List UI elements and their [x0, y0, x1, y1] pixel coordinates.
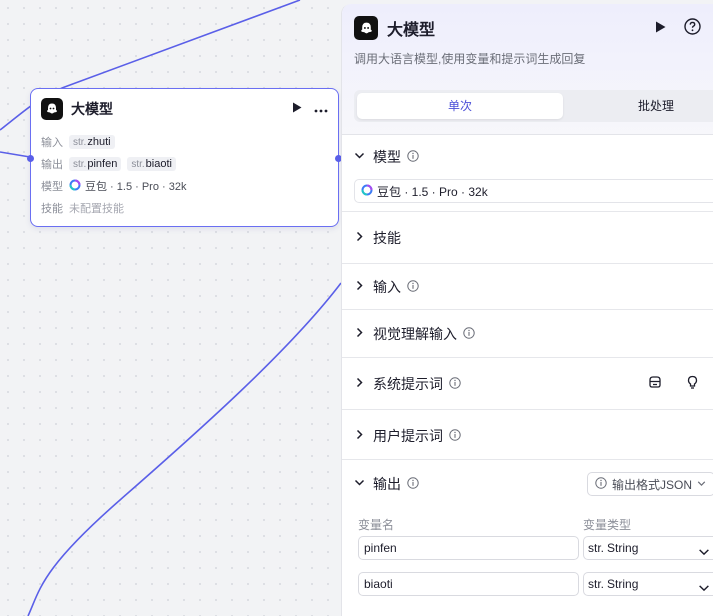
output-var-name-input[interactable]: pinfen	[358, 536, 579, 560]
mode-tabs: 单次 批处理	[354, 90, 713, 122]
info-icon[interactable]	[407, 149, 419, 165]
node-skill-row: 技能 未配置技能	[41, 203, 124, 215]
info-icon[interactable]	[407, 279, 419, 295]
logo-icon	[354, 16, 378, 40]
section-user-prompt: 用户提示词	[342, 410, 713, 460]
help-icon[interactable]	[684, 18, 701, 38]
chevron-down-icon	[698, 543, 710, 565]
edge-bottom	[27, 282, 342, 616]
section-skills-header[interactable]: 技能	[354, 228, 401, 248]
bulb-icon[interactable]	[686, 375, 699, 392]
chevron-right-icon	[354, 327, 365, 341]
chevron-right-icon	[354, 280, 365, 294]
section-system-prompt-header[interactable]: 系统提示词	[354, 374, 461, 394]
output-format-button[interactable]: 输出格式JSON	[587, 472, 713, 496]
node-model-row: 模型 豆包 · 1.5 · Pro · 32k	[41, 177, 186, 195]
edge-input	[0, 151, 31, 158]
play-icon[interactable]	[655, 21, 666, 36]
info-icon	[595, 476, 607, 492]
section-input-header[interactable]: 输入	[354, 277, 419, 297]
info-icon[interactable]	[463, 326, 475, 342]
model-brand-icon	[361, 184, 373, 199]
section-user-prompt-header[interactable]: 用户提示词	[354, 426, 461, 446]
node-input-row: 输入 str.zhuti	[41, 133, 121, 151]
output-var-type-select[interactable]: str. String	[583, 572, 713, 596]
info-icon[interactable]	[449, 428, 461, 444]
model-brand-icon	[69, 179, 81, 194]
section-input: 输入	[342, 264, 713, 310]
section-vision-input-header[interactable]: 视觉理解输入	[354, 324, 475, 344]
input-var-chip: str.zhuti	[69, 135, 115, 149]
info-icon[interactable]	[407, 476, 419, 492]
section-output-header[interactable]: 输出	[354, 474, 419, 494]
section-skills: 技能	[342, 212, 713, 264]
logo-icon	[41, 98, 63, 120]
output-var-name-input[interactable]: biaoti	[358, 572, 579, 596]
tab-batch[interactable]: 批处理	[611, 93, 701, 119]
chevron-down-icon	[354, 150, 365, 164]
more-icon[interactable]	[314, 102, 328, 116]
info-icon[interactable]	[449, 376, 461, 392]
section-vision-input: 视觉理解输入	[342, 310, 713, 358]
chevron-right-icon	[354, 377, 365, 391]
section-system-prompt: 系统提示词	[342, 358, 713, 410]
section-model-header[interactable]: 模型	[354, 147, 419, 167]
section-model: 模型 豆包 · 1.5 · Pro · 32k	[342, 135, 713, 212]
play-icon[interactable]	[292, 102, 302, 116]
panel-header: 大模型 调用大语言模型,使用变量和提示词生成回复 单次 批处理	[342, 4, 713, 135]
llm-node-card[interactable]: 大模型 输入 str.zhuti 输出 str.pinfen str.biaot…	[27, 88, 342, 227]
chevron-down-icon	[697, 477, 706, 491]
col-var-type: 变量类型	[583, 518, 632, 532]
chevron-right-icon	[354, 429, 365, 443]
chevron-right-icon	[354, 231, 365, 245]
chevron-down-icon	[354, 477, 365, 491]
node-output-row: 输出 str.pinfen str.biaoti	[41, 155, 182, 173]
library-icon[interactable]	[648, 375, 662, 392]
col-var-name: 变量名	[358, 518, 395, 532]
node-title: 大模型	[71, 101, 113, 117]
panel-title: 大模型	[387, 22, 436, 39]
tab-single[interactable]: 单次	[357, 93, 563, 119]
output-var-type-select[interactable]: str. String	[583, 536, 713, 560]
panel-description: 调用大语言模型,使用变量和提示词生成回复	[354, 52, 586, 66]
node-header: 大模型	[41, 98, 328, 120]
model-select[interactable]: 豆包 · 1.5 · Pro · 32k	[354, 179, 713, 203]
chevron-down-icon	[698, 579, 710, 601]
node-config-panel: 大模型 调用大语言模型,使用变量和提示词生成回复 单次 批处理 模型 豆包 · …	[341, 4, 713, 616]
output-var-chip: str.biaoti	[127, 157, 176, 171]
input-port[interactable]	[27, 155, 34, 162]
output-var-chip: str.pinfen	[69, 157, 122, 171]
